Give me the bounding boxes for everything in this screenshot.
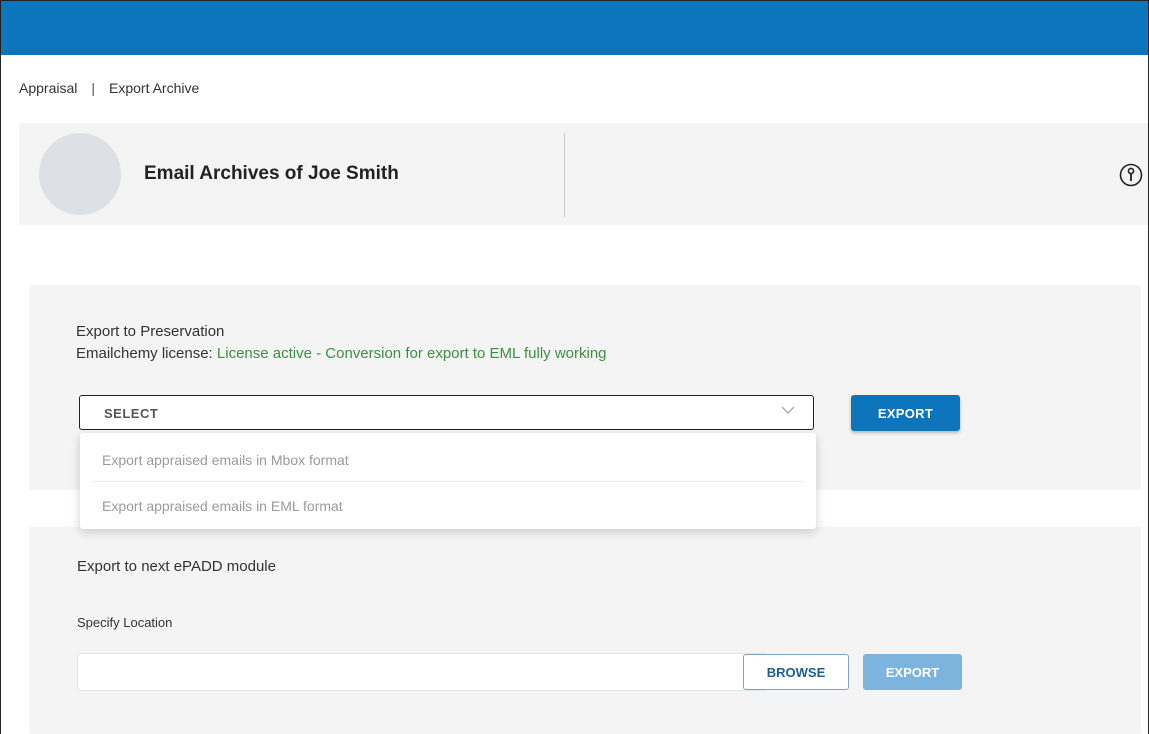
select-value: SELECT <box>104 406 159 421</box>
archive-title: Email Archives of Joe Smith <box>144 163 399 184</box>
header-divider <box>564 133 565 217</box>
license-status-line: Emailchemy license: License active - Con… <box>76 345 607 362</box>
export-preservation-title: Export to Preservation <box>76 323 225 340</box>
breadcrumb: Appraisal | Export Archive <box>19 80 199 96</box>
export-next-module-title: Export to next ePADD module <box>77 558 276 575</box>
export-preservation-button[interactable]: EXPORT <box>851 395 960 431</box>
browse-button[interactable]: BROWSE <box>743 654 849 690</box>
export-format-select[interactable]: SELECT <box>79 395 814 430</box>
license-label: Emailchemy license: <box>76 345 213 362</box>
help-circle-icon[interactable] <box>1119 163 1143 187</box>
chevron-down-icon <box>781 406 795 414</box>
dropdown-option-eml[interactable]: Export appraised emails in EML format <box>80 482 816 529</box>
location-input[interactable] <box>77 653 767 691</box>
dropdown-option-mbox[interactable]: Export appraised emails in Mbox format <box>80 436 816 483</box>
breadcrumb-appraisal[interactable]: Appraisal <box>19 80 77 96</box>
breadcrumb-export-archive: Export Archive <box>109 80 200 96</box>
export-next-module-button[interactable]: EXPORT <box>863 654 962 690</box>
app-window: Appraisal | Export Archive Email Archive… <box>0 0 1149 734</box>
breadcrumb-separator: | <box>91 80 96 96</box>
top-navigation-bar <box>1 1 1148 55</box>
avatar <box>39 133 121 215</box>
export-next-module-panel: Export to next ePADD module Specify Loca… <box>29 521 1141 734</box>
license-status: License active - Conversion for export t… <box>216 345 607 362</box>
specify-location-label: Specify Location <box>77 615 173 630</box>
export-format-dropdown-menu: Export appraised emails in Mbox format E… <box>80 433 816 529</box>
archive-header: Email Archives of Joe Smith <box>19 123 1148 225</box>
